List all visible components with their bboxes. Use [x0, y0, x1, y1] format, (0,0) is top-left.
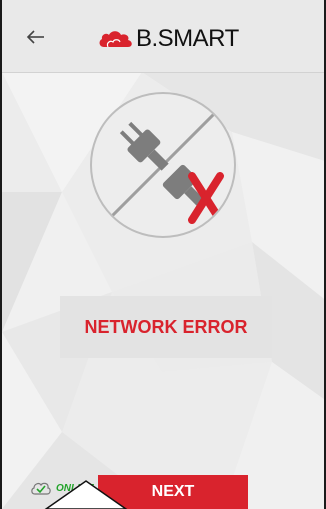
- back-button[interactable]: [24, 26, 50, 48]
- arrow-left-icon: [26, 30, 44, 44]
- tooltip-pointer: [44, 480, 128, 509]
- brand-logo: B.SMART: [98, 26, 239, 52]
- red-x-icon: [188, 172, 224, 224]
- error-message-box: NETWORK ERROR: [60, 296, 272, 358]
- logo-text: B.SMART: [136, 25, 239, 52]
- plug-illustration: [90, 92, 236, 238]
- app-header: B.SMART: [2, 0, 324, 73]
- error-message: NETWORK ERROR: [84, 316, 248, 337]
- cloud-logo-icon: [99, 31, 132, 48]
- app-screen: B.SMART NETWORK ERROR ONLINE: [0, 0, 326, 509]
